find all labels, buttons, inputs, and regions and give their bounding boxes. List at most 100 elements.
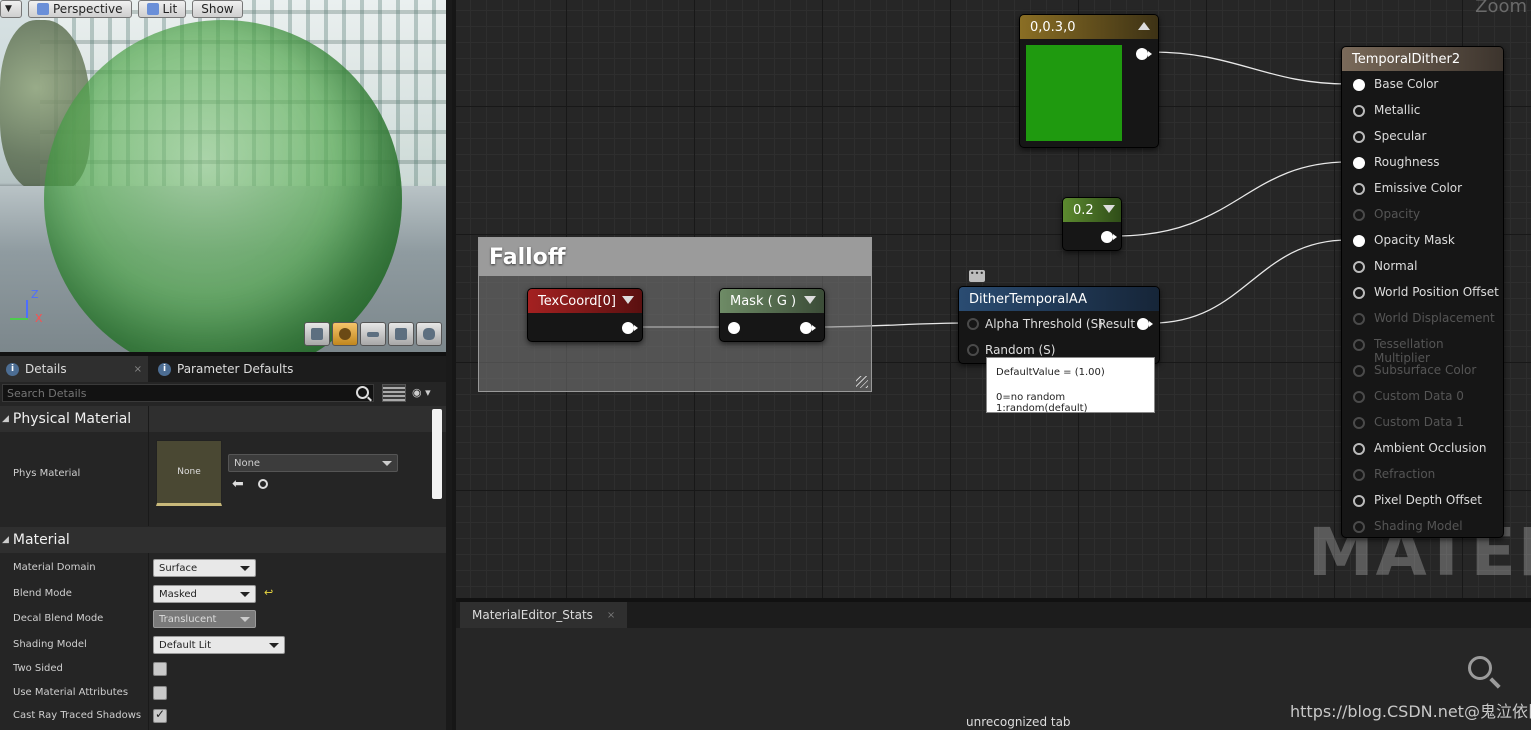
- metallic-pin[interactable]: [1353, 105, 1365, 117]
- shading-model-value: Default Lit: [159, 640, 211, 651]
- pin-label-specular: Specular: [1374, 129, 1426, 143]
- texcoord-node[interactable]: TexCoord[0]: [527, 288, 643, 342]
- dither-output-pin[interactable]: [1137, 318, 1149, 330]
- chevron-down-icon[interactable]: [1103, 205, 1115, 213]
- phys-material-dropdown[interactable]: None: [228, 454, 398, 472]
- color-preview-swatch: [1026, 45, 1122, 141]
- lit-button[interactable]: Lit: [138, 0, 187, 18]
- pin-label-tessellation-multiplier: Tessellation Multiplier: [1374, 337, 1503, 365]
- tessellation-multiplier-pin: [1353, 339, 1365, 351]
- collapse-arrow-icon[interactable]: [1138, 22, 1150, 30]
- alpha-threshold-input-pin[interactable]: [967, 318, 979, 330]
- cast-ray-traced-shadows-label: Cast Ray Traced Shadows: [13, 710, 141, 721]
- scalar-node[interactable]: 0.2: [1062, 197, 1122, 251]
- column-divider[interactable]: [148, 406, 149, 526]
- constant3-output-pin[interactable]: [1136, 48, 1148, 60]
- emissive-color-pin[interactable]: [1353, 183, 1365, 195]
- refraction-pin: [1353, 469, 1365, 481]
- section-material[interactable]: ◢ Material: [0, 527, 446, 553]
- material-result-node[interactable]: TemporalDither2 Base Color Metallic Spec…: [1341, 46, 1504, 538]
- comment-title[interactable]: Falloff: [479, 238, 871, 276]
- dither-temporal-aa-node[interactable]: DitherTemporalAA Alpha Threshold (S) Res…: [958, 286, 1160, 364]
- texcoord-output-pin[interactable]: [622, 322, 634, 334]
- reset-to-default-icon[interactable]: ↩: [264, 586, 273, 599]
- preview-viewport[interactable]: ▼ Perspective Lit Show Z X: [0, 0, 446, 352]
- mask-header[interactable]: Mask ( G ): [720, 289, 824, 313]
- close-icon[interactable]: ×: [607, 610, 615, 621]
- info-icon: i: [6, 363, 19, 376]
- search-icon[interactable]: [356, 386, 369, 399]
- preview-cylinder-button[interactable]: [304, 322, 330, 346]
- pin-label-base-color: Base Color: [1374, 77, 1438, 91]
- magnifier-icon: [1468, 656, 1492, 680]
- collapse-arrow-icon: ◢: [2, 535, 9, 545]
- opacity-mask-pin[interactable]: [1353, 235, 1365, 247]
- blend-mode-label: Blend Mode: [13, 588, 72, 599]
- view-options-button[interactable]: ◉ ▾: [412, 386, 442, 400]
- world-position-offset-pin[interactable]: [1353, 287, 1365, 299]
- resize-handle-icon[interactable]: [856, 376, 868, 388]
- phys-material-thumbnail[interactable]: None: [156, 440, 222, 506]
- constant3-header[interactable]: 0,0.3,0: [1020, 15, 1158, 39]
- result-title: TemporalDither2: [1352, 52, 1460, 67]
- random-input-pin[interactable]: [967, 344, 979, 356]
- show-label: Show: [201, 2, 233, 16]
- material-domain-dropdown[interactable]: Surface: [153, 559, 256, 577]
- specular-pin[interactable]: [1353, 131, 1365, 143]
- dither-header[interactable]: DitherTemporalAA: [959, 287, 1159, 311]
- close-icon[interactable]: ×: [134, 364, 142, 375]
- details-tab-bar: i Details × i Parameter Defaults: [0, 352, 446, 382]
- scalar-output-pin[interactable]: [1101, 231, 1113, 243]
- use-material-attributes-checkbox[interactable]: [153, 686, 167, 700]
- normal-pin[interactable]: [1353, 261, 1365, 273]
- constant3-node[interactable]: 0,0.3,0: [1019, 14, 1159, 148]
- mask-input-pin[interactable]: [728, 322, 740, 334]
- search-details-input[interactable]: [2, 384, 374, 402]
- browse-search-icon[interactable]: [258, 479, 268, 489]
- chevron-down-icon[interactable]: [804, 296, 816, 304]
- cube-icon: [147, 3, 159, 15]
- result-header[interactable]: TemporalDither2: [1342, 47, 1503, 71]
- two-sided-checkbox[interactable]: [153, 662, 167, 676]
- tab-parameter-defaults[interactable]: i Parameter Defaults: [152, 356, 300, 382]
- use-selected-arrow-icon[interactable]: ⬅: [232, 476, 244, 492]
- roughness-pin[interactable]: [1353, 157, 1365, 169]
- property-matrix-button[interactable]: [382, 384, 406, 402]
- comment-bubble-icon[interactable]: •••: [969, 270, 985, 282]
- stats-tab-label: MaterialEditor_Stats: [472, 608, 593, 622]
- opacity-pin: [1353, 209, 1365, 221]
- tab-details[interactable]: i Details ×: [0, 356, 148, 382]
- show-button[interactable]: Show: [192, 0, 242, 18]
- base-color-pin[interactable]: [1353, 79, 1365, 91]
- cast-ray-traced-shadows-checkbox[interactable]: [153, 709, 167, 723]
- section-physical-material[interactable]: ◢ Physical Material: [0, 406, 446, 432]
- scalar-header[interactable]: 0.2: [1063, 198, 1121, 222]
- pixel-depth-offset-pin[interactable]: [1353, 495, 1365, 507]
- material-graph-canvas[interactable]: Zoom MATERIA Falloff 0,0.3,0 0.2: [452, 0, 1531, 598]
- ambient-occlusion-pin[interactable]: [1353, 443, 1365, 455]
- mask-output-pin[interactable]: [800, 322, 812, 334]
- perspective-button[interactable]: Perspective: [28, 0, 132, 18]
- chevron-down-icon[interactable]: [622, 296, 634, 304]
- pin-label-normal: Normal: [1374, 259, 1417, 273]
- blend-mode-dropdown[interactable]: Masked: [153, 585, 256, 603]
- preview-plane-button[interactable]: [360, 322, 386, 346]
- pin-label-shading-model: Shading Model: [1374, 519, 1463, 533]
- details-scrollbar[interactable]: [432, 409, 442, 499]
- pin-label-custom-data-0: Custom Data 0: [1374, 389, 1464, 403]
- mask-node[interactable]: Mask ( G ): [719, 288, 825, 342]
- preview-cube-button[interactable]: [388, 322, 414, 346]
- stats-panel: MaterialEditor_Stats × unrecognized tab …: [452, 598, 1531, 730]
- shading-model-pin: [1353, 521, 1365, 533]
- pin-label-metallic: Metallic: [1374, 103, 1420, 117]
- column-divider[interactable]: [148, 553, 149, 730]
- tab-material-editor-stats[interactable]: MaterialEditor_Stats ×: [460, 602, 627, 628]
- shading-model-dropdown[interactable]: Default Lit: [153, 636, 285, 654]
- preview-shape-buttons: [304, 322, 442, 346]
- preview-sphere-button[interactable]: [332, 322, 358, 346]
- viewport-menu-button[interactable]: ▼: [0, 0, 22, 18]
- preview-mesh-button[interactable]: [416, 322, 442, 346]
- scalar-title: 0.2: [1073, 203, 1094, 218]
- texcoord-header[interactable]: TexCoord[0]: [528, 289, 642, 313]
- decal-blend-mode-value: Translucent: [159, 614, 216, 625]
